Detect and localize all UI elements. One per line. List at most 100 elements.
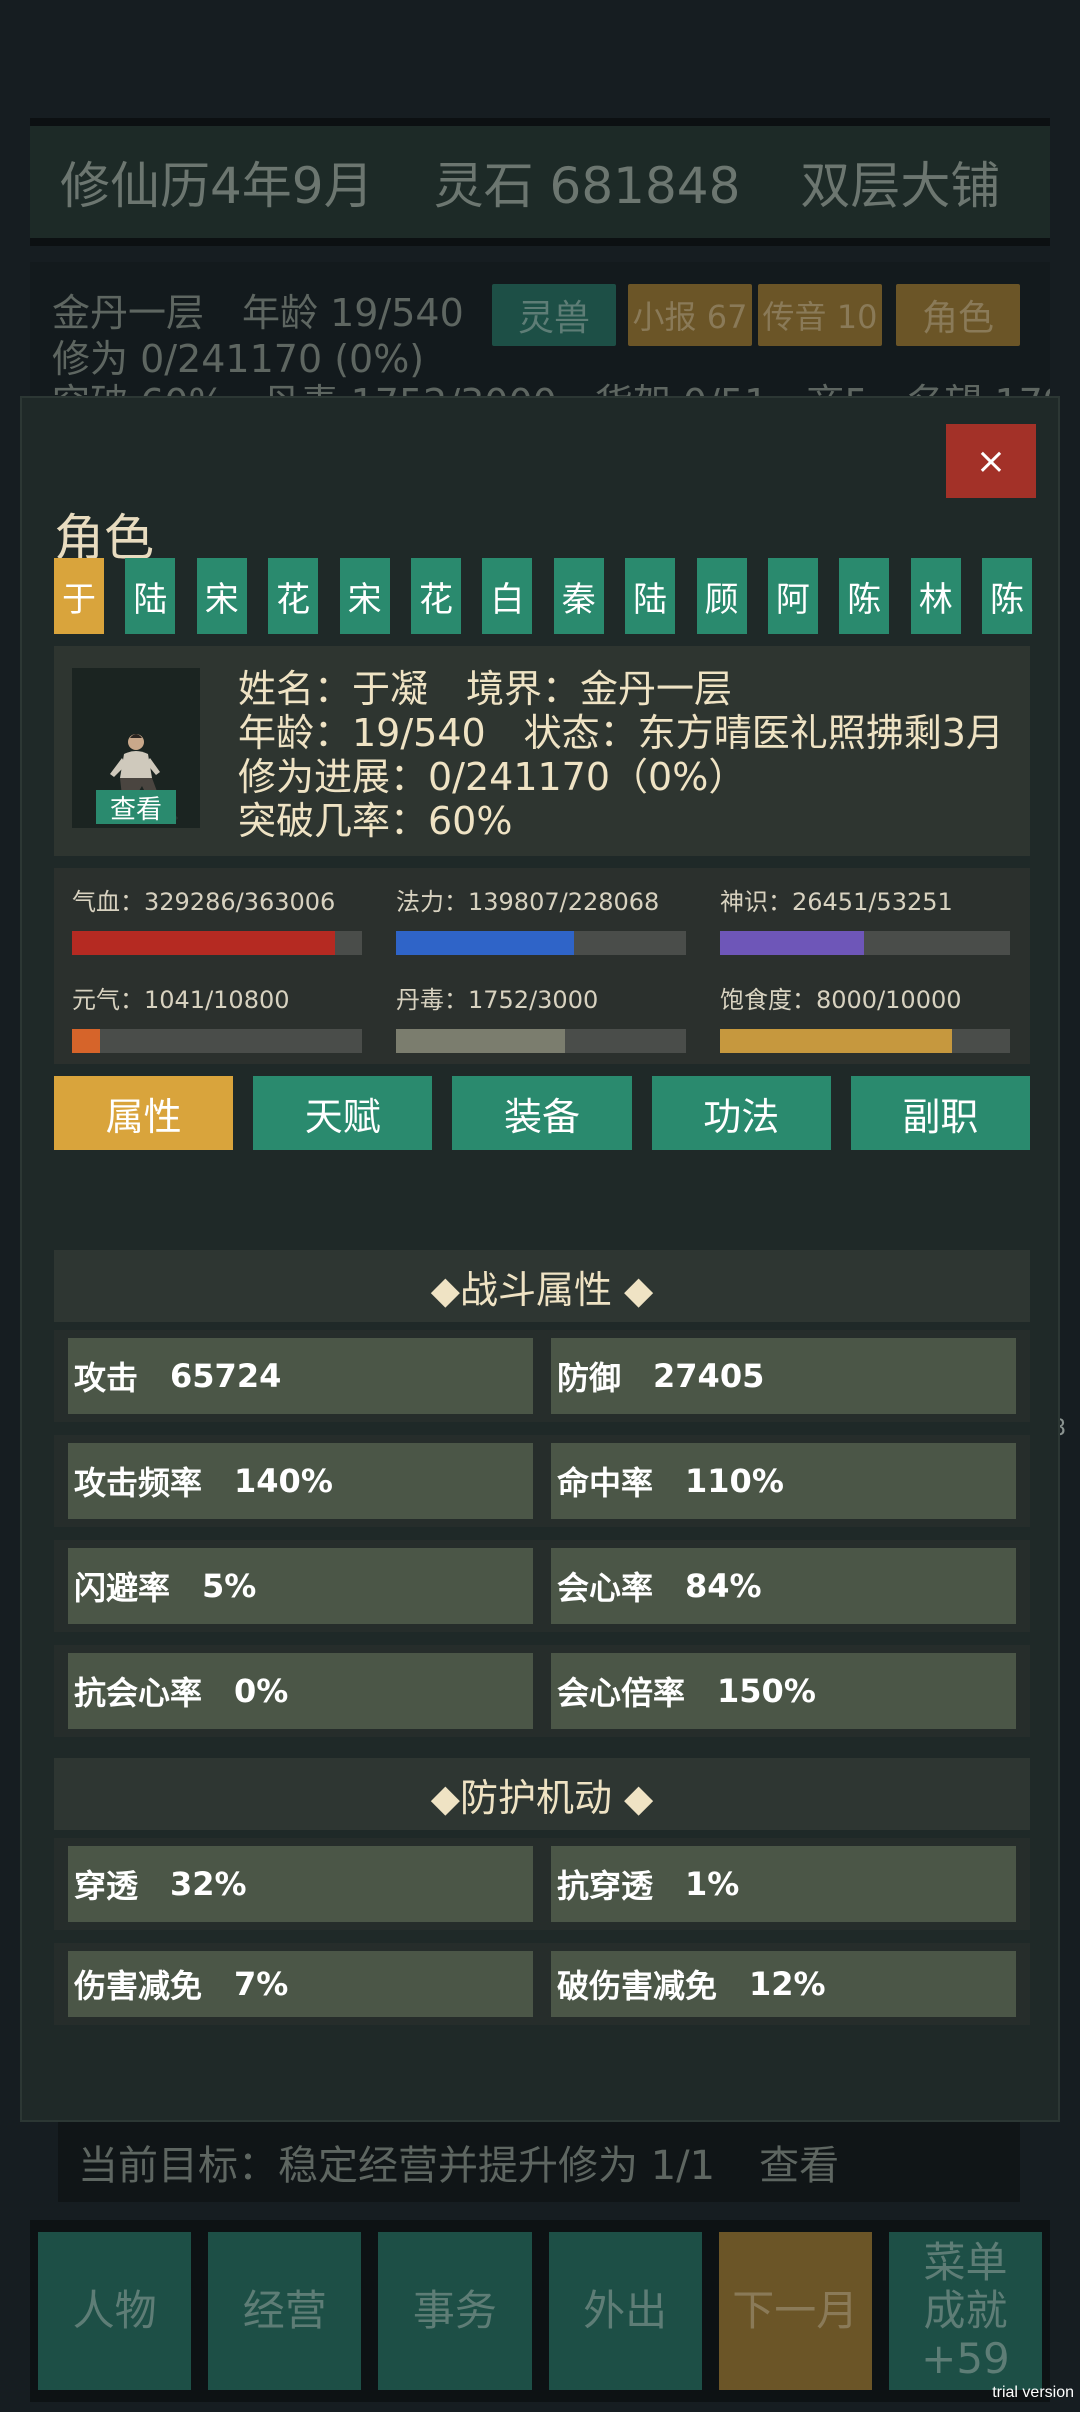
stat-hp: 气血：329286/363006 — [72, 882, 362, 955]
attr-value: 7% — [234, 1965, 289, 2003]
attr-value: 12% — [749, 1965, 826, 2003]
stat-satiety-fill — [720, 1029, 952, 1053]
attr-penetration: 穿透 32% — [68, 1846, 533, 1922]
profile-breakthrough-rate: 突破几率：60% — [238, 799, 513, 843]
attr-name: 穿透 — [74, 1867, 139, 1905]
nav-business[interactable]: 经营 — [208, 2232, 362, 2390]
character-tab[interactable]: 阿 — [767, 558, 818, 634]
stat-hp-bar — [72, 931, 362, 955]
attr-name: 攻击 — [74, 1359, 139, 1397]
attr-value: 0% — [234, 1672, 289, 1710]
tab-equipment[interactable]: 装备 — [452, 1076, 632, 1150]
attr-row: 伤害减免 7% 破伤害减免 12% — [54, 1943, 1030, 2025]
attr-dodge-rate: 闪避率 5% — [68, 1548, 533, 1624]
profile-card: 查看 姓名：于凝 境界：金丹一层 年龄：19/540 状态：东方晴医礼照拂剩3月… — [54, 646, 1030, 856]
attr-hit-rate: 命中率 110% — [551, 1443, 1016, 1519]
attr-name: 闪避率 — [74, 1569, 171, 1607]
attr-reduction-break: 破伤害减免 12% — [551, 1951, 1016, 2017]
attr-value: 65724 — [170, 1357, 282, 1395]
character-tab[interactable]: 陈 — [982, 558, 1033, 634]
bottom-nav: 人物 经营 事务 外出 下一月 菜单 成就+59 — [30, 2220, 1050, 2402]
stat-pill-toxicity-fill — [396, 1029, 566, 1053]
goal-view-link[interactable]: 查看 — [759, 2133, 839, 2191]
stat-vitality-fill — [72, 1029, 100, 1053]
character-tab[interactable]: 顾 — [696, 558, 747, 634]
info-panel: 金丹一层 年龄 19/540 修为 0/241170 (0%) 突破 60% 丹… — [30, 262, 1050, 402]
attr-damage-reduction: 伤害减免 7% — [68, 1951, 533, 2017]
stat-spirit-sense-bar — [720, 931, 1010, 955]
attr-row: 攻击 65724 防御 27405 — [54, 1330, 1030, 1422]
character-tab[interactable]: 宋 — [196, 558, 247, 634]
attr-value: 32% — [170, 1865, 247, 1903]
role-button[interactable]: 角色 — [896, 284, 1020, 346]
attr-value: 84% — [685, 1567, 762, 1605]
attr-value: 140% — [234, 1462, 333, 1500]
stat-mana: 法力：139807/228068 — [396, 882, 686, 955]
character-tab[interactable]: 花 — [410, 558, 461, 634]
attr-name: 伤害减免 — [74, 1967, 203, 2005]
character-tab[interactable]: 花 — [268, 558, 319, 634]
tab-techniques[interactable]: 功法 — [651, 1076, 831, 1150]
character-tab[interactable]: 宋 — [339, 558, 390, 634]
detail-tabs: 属性 天赋 装备 功法 副职 — [54, 1076, 1031, 1150]
nav-menu[interactable]: 菜单 成就+59 — [888, 2232, 1043, 2390]
attr-attack-speed: 攻击频率 140% — [68, 1443, 533, 1519]
attr-name: 抗会心率 — [74, 1674, 203, 1712]
close-button[interactable]: × — [946, 424, 1036, 498]
character-tab[interactable]: 于 — [54, 558, 104, 634]
message-button[interactable]: 传音 10 — [758, 284, 882, 346]
nav-affairs[interactable]: 事务 — [378, 2232, 532, 2390]
nav-outing[interactable]: 外出 — [548, 2232, 702, 2390]
attr-crit-multiplier: 会心倍率 150% — [551, 1653, 1016, 1729]
character-tabs: 于 陆 宋 花 宋 花 白 秦 陆 顾 阿 陈 林 陈 — [54, 558, 1033, 634]
character-tab[interactable]: 陆 — [625, 558, 676, 634]
attr-name: 防御 — [557, 1359, 622, 1397]
stat-spirit-sense-label: 神识：26451/53251 — [720, 888, 953, 916]
tab-talents[interactable]: 天赋 — [253, 1076, 433, 1150]
character-tab[interactable]: 白 — [482, 558, 533, 634]
attr-value: 27405 — [653, 1357, 765, 1395]
character-tab[interactable]: 秦 — [553, 558, 604, 634]
goal-bar: 当前目标：稳定经营并提升修为 1/1 查看 — [58, 2122, 1020, 2202]
stat-satiety-bar — [720, 1029, 1010, 1053]
game-date: 修仙历4年9月 — [60, 157, 374, 215]
stat-pill-toxicity-bar — [396, 1029, 686, 1053]
defense-section-header: ◆防护机动 ◆ — [54, 1758, 1030, 1830]
top-status-bar: 修仙历4年9月 灵石 681848 双层大铺 — [30, 118, 1050, 246]
news-button[interactable]: 小报 67 — [628, 284, 752, 346]
attr-row: 攻击频率 140% 命中率 110% — [54, 1435, 1030, 1527]
goal-text: 当前目标：稳定经营并提升修为 1/1 — [78, 2143, 716, 2189]
tab-side-job[interactable]: 副职 — [850, 1076, 1031, 1150]
character-tab[interactable]: 陆 — [125, 558, 176, 634]
character-tab[interactable]: 林 — [910, 558, 961, 634]
nav-next-month[interactable]: 下一月 — [718, 2232, 872, 2390]
character-tab[interactable]: 陈 — [839, 558, 890, 634]
stat-pill-toxicity-label: 丹毒：1752/3000 — [396, 986, 599, 1014]
attr-crit-rate: 会心率 84% — [551, 1548, 1016, 1624]
stat-vitality-bar — [72, 1029, 362, 1053]
attr-name: 命中率 — [557, 1464, 654, 1502]
nav-character[interactable]: 人物 — [38, 2232, 192, 2390]
attr-row: 穿透 32% 抗穿透 1% — [54, 1838, 1030, 1930]
trial-watermark: trial version — [992, 2384, 1074, 2401]
shop-name: 双层大铺 — [800, 157, 1001, 215]
character-modal: × 角色 于 陆 宋 花 宋 花 白 秦 陆 顾 阿 陈 林 陈 查看 姓名：于… — [20, 396, 1060, 2122]
attr-value: 1% — [685, 1865, 740, 1903]
attr-value: 150% — [717, 1672, 816, 1710]
stat-spirit-sense-fill — [720, 931, 865, 955]
view-portrait-button[interactable]: 查看 — [96, 790, 176, 825]
stat-hp-label: 气血：329286/363006 — [72, 888, 336, 916]
stat-satiety-label: 饱食度：8000/10000 — [720, 986, 962, 1014]
tab-attributes[interactable]: 属性 — [54, 1076, 234, 1150]
attr-name: 抗穿透 — [557, 1867, 654, 1905]
attr-attack: 攻击 65724 — [68, 1338, 533, 1414]
nav-menu-label: 菜单 — [923, 2238, 1008, 2287]
beast-button[interactable]: 灵兽 — [492, 284, 616, 346]
stat-vitality: 元气：1041/10800 — [72, 980, 362, 1053]
attr-crit-resist: 抗会心率 0% — [68, 1653, 533, 1729]
attr-value: 5% — [202, 1567, 257, 1605]
attr-value: 110% — [685, 1462, 784, 1500]
combat-section-header: ◆战斗属性 ◆ — [54, 1250, 1030, 1322]
stat-mana-fill — [396, 931, 574, 955]
stat-mana-label: 法力：139807/228068 — [396, 888, 660, 916]
